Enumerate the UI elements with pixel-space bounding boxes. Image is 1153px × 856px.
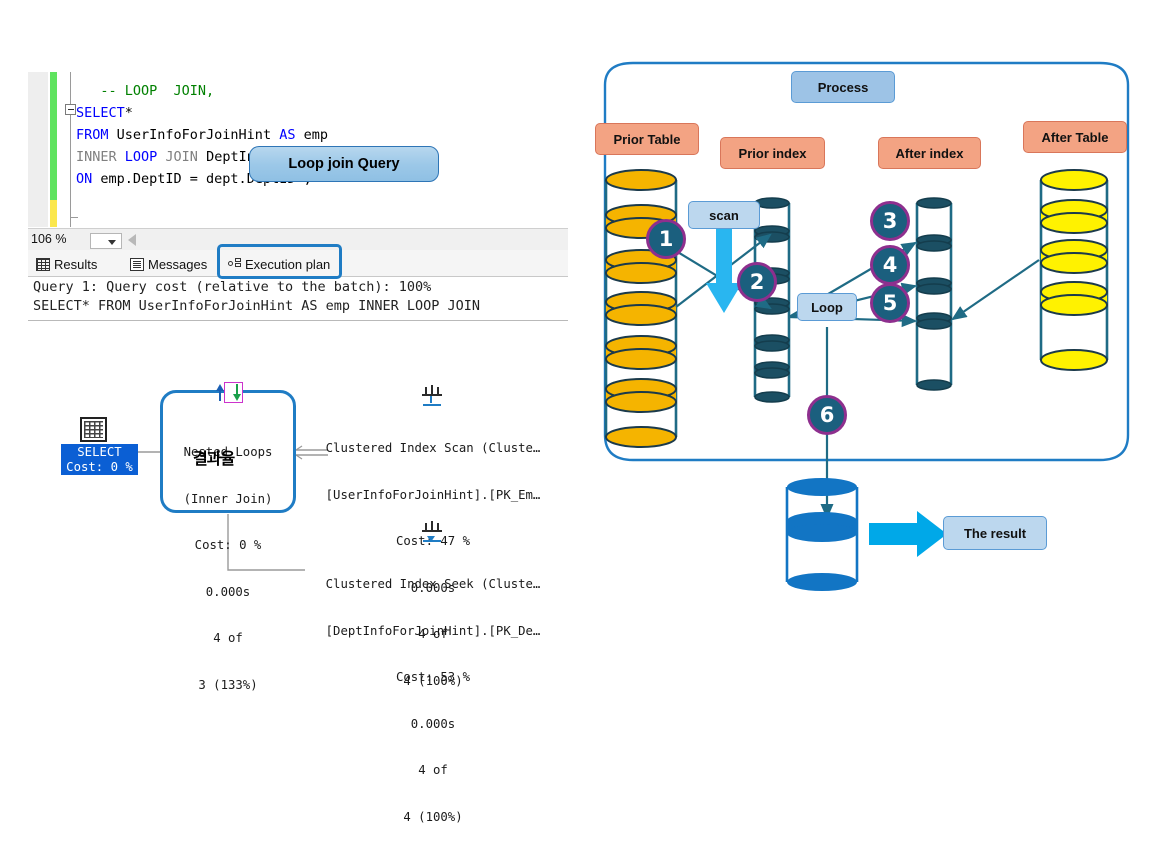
nested-loops-icon bbox=[214, 382, 243, 403]
step-circle-3: 3 bbox=[870, 201, 910, 241]
cis-line-1: Clustered Index Scan (Cluste… bbox=[325, 441, 541, 455]
clustered-index-scan-icon bbox=[419, 384, 445, 408]
after-table-cylinder bbox=[1039, 169, 1109, 371]
scroll-left-arrow-icon[interactable] bbox=[128, 234, 136, 246]
editor-gutter-margin bbox=[28, 72, 48, 227]
cik-line-3: Cost: 53 % bbox=[395, 670, 471, 684]
collapse-toggle-icon[interactable] bbox=[65, 104, 76, 115]
korean-annotation-overlay: 결과율 bbox=[193, 449, 235, 468]
after-index-cylinder bbox=[915, 197, 953, 391]
sql-code-line: FROM UserInfoForJoinHint AS emp bbox=[76, 127, 328, 143]
cis-line-2: [UserInfoForJoinHint].[PK_Em… bbox=[325, 487, 541, 502]
nested-loops-line-6: 3 (133%) bbox=[198, 677, 258, 692]
ssms-pane: -- LOOP JOIN, SELECT* FROM UserInfoForJoin… bbox=[28, 72, 568, 824]
editor-fold-tail bbox=[70, 217, 78, 218]
after-index-label: After index bbox=[878, 137, 981, 169]
result-right-arrow-icon bbox=[869, 511, 947, 557]
execution-plan-highlight-annotation bbox=[217, 244, 342, 279]
step-circle-6: 6 bbox=[807, 395, 847, 435]
tab-messages[interactable]: Messages bbox=[126, 254, 211, 274]
scan-down-arrow-icon bbox=[706, 223, 742, 313]
prior-table-cylinder bbox=[604, 169, 678, 448]
sql-code-line: -- LOOP JOIN, bbox=[76, 83, 215, 99]
after-table-label: After Table bbox=[1023, 121, 1127, 153]
prior-index-label: Prior index bbox=[720, 137, 825, 169]
cik-line-2: [DeptInfoForJoinHint].[PK_De… bbox=[325, 623, 541, 638]
the-result-label: The result bbox=[943, 516, 1047, 550]
tab-messages-label: Messages bbox=[148, 256, 208, 272]
messages-icon bbox=[130, 257, 144, 271]
tab-results[interactable]: Results bbox=[32, 254, 101, 274]
nested-loops-line-4: 0.000s bbox=[205, 584, 251, 599]
loop-label: Loop bbox=[797, 293, 857, 321]
plan-summary-line-2: SELECT* FROM UserInfoForJoinHint AS emp … bbox=[33, 298, 481, 314]
zoom-level-value: 106 % bbox=[31, 232, 67, 246]
scan-label: scan bbox=[688, 201, 760, 229]
select-node-cost: Cost: 0 % bbox=[66, 459, 133, 474]
editor-change-bar-saved bbox=[50, 72, 57, 200]
cik-line-5: 4 of bbox=[418, 763, 448, 777]
step-circle-5: 5 bbox=[870, 283, 910, 323]
prior-table-label: Prior Table bbox=[595, 123, 699, 155]
clustered-index-seek-icon bbox=[419, 520, 445, 544]
grid-icon bbox=[36, 257, 50, 271]
cik-line-1: Clustered Index Seek (Cluste… bbox=[325, 577, 541, 591]
process-label: Process bbox=[791, 71, 895, 103]
plan-summary-line-1: Query 1: Query cost (relative to the bat… bbox=[33, 279, 432, 295]
loop-join-query-badge: Loop join Query bbox=[249, 146, 439, 182]
nested-loops-line-3: Cost: 0 % bbox=[194, 538, 262, 552]
tab-results-label: Results bbox=[54, 256, 98, 272]
loop-join-process-diagram: Process Prior Table Prior index After in… bbox=[575, 55, 1153, 610]
execution-plan-canvas: SELECT Cost: 0 % Nested Loops (Inner Joi… bbox=[28, 322, 568, 824]
editor-fold-line bbox=[70, 72, 71, 227]
select-node-title: SELECT bbox=[77, 444, 122, 459]
nested-loops-line-5: 4 of bbox=[213, 631, 243, 645]
sql-code-line: SELECT* bbox=[76, 105, 133, 121]
zoom-dropdown[interactable] bbox=[90, 233, 122, 249]
clustered-index-seek-plan-node[interactable]: Clustered Index Seek (Cluste… [DeptInfoF… bbox=[305, 546, 561, 856]
editor-change-bar-unsaved bbox=[50, 200, 57, 227]
step-circle-4: 4 bbox=[870, 245, 910, 285]
step-circle-1: 1 bbox=[646, 219, 686, 259]
nested-loops-line-2: (Inner Join) bbox=[183, 491, 273, 506]
select-result-icon bbox=[80, 417, 107, 442]
select-plan-node[interactable]: SELECT Cost: 0 % bbox=[61, 444, 138, 475]
cik-line-4: 0.000s bbox=[410, 716, 456, 731]
cik-line-6: 4 (100%) bbox=[403, 809, 463, 824]
plan-divider bbox=[28, 320, 568, 321]
result-cylinder bbox=[785, 478, 859, 591]
after-table-to-index-connector bbox=[951, 259, 1040, 321]
step-circle-2: 2 bbox=[737, 262, 777, 302]
